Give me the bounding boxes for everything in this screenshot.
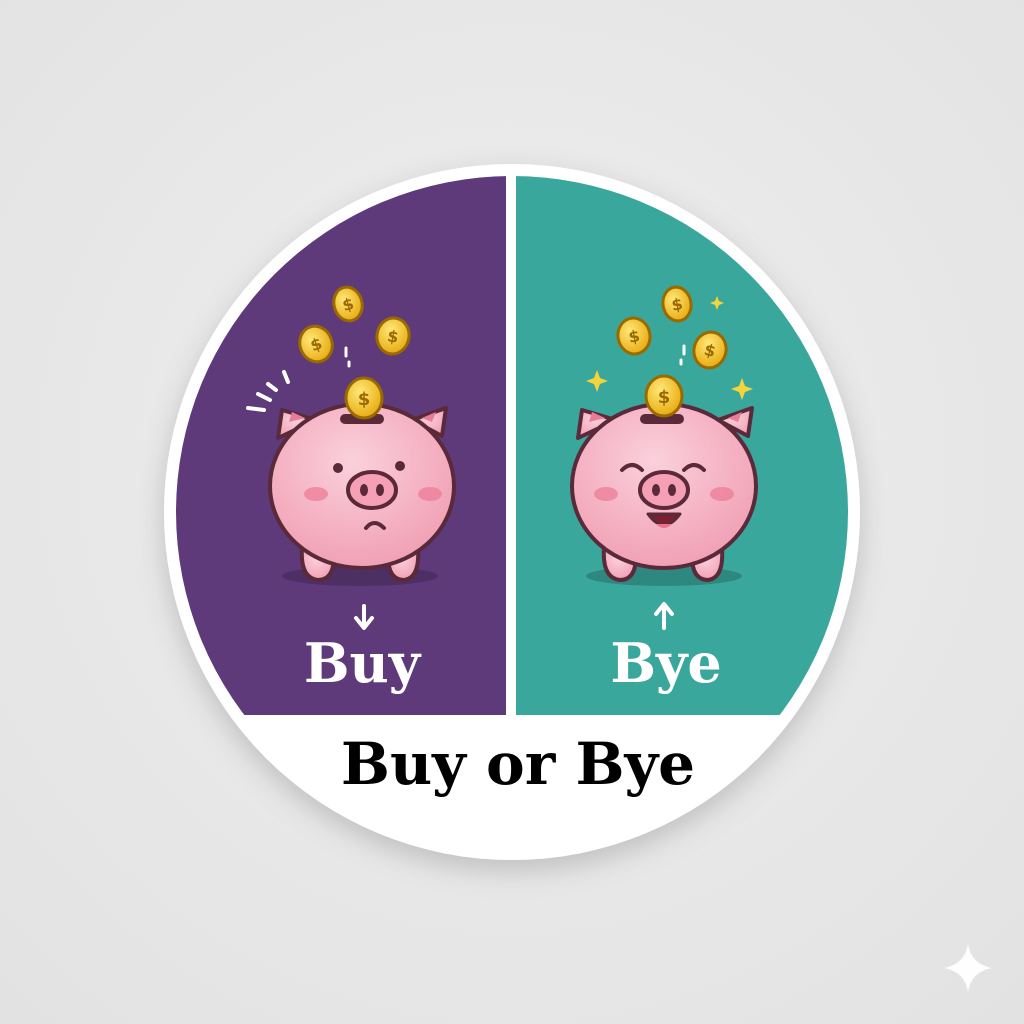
buy-or-bye-badge: $ $ $ $ Buy $ $ $ $ Bye Buy or Bye — [164, 164, 992, 992]
badge-title: Buy or Bye — [341, 730, 695, 798]
sparkle-watermark-icon — [944, 944, 992, 992]
coin-icon: $ — [344, 376, 384, 420]
buy-label: Buy — [304, 631, 422, 695]
svg-text:$: $ — [658, 387, 671, 408]
bye-label: Bye — [610, 631, 721, 695]
svg-text:$: $ — [358, 389, 371, 410]
coin-icon: $ — [644, 374, 684, 418]
